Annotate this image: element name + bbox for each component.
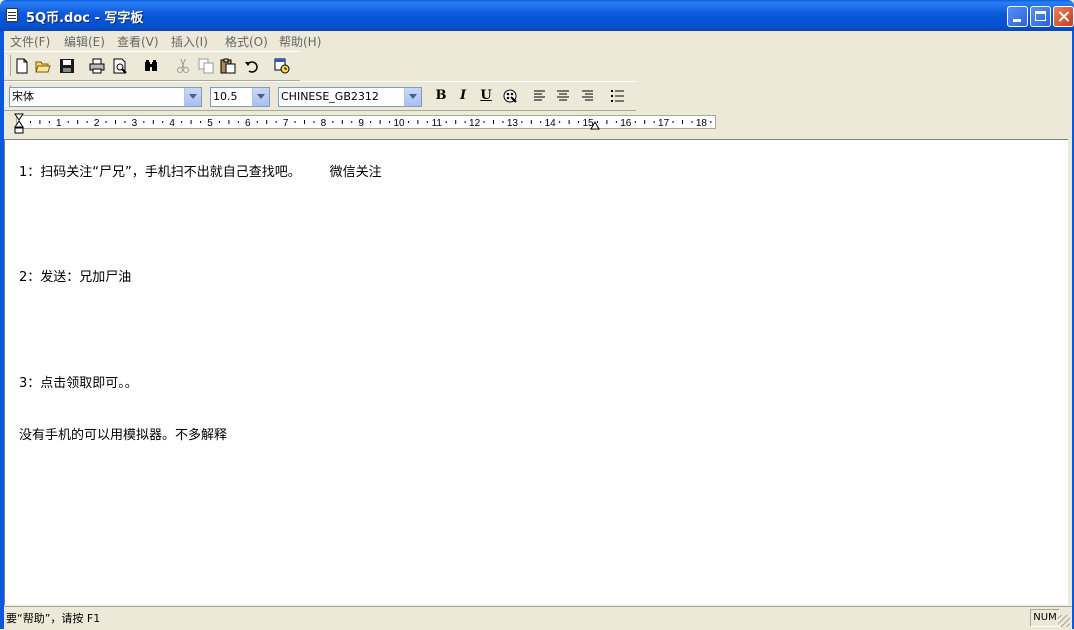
color-icon[interactable] [501,88,519,104]
bold-button[interactable]: B [432,88,450,104]
ruler-label: 8 [321,118,327,128]
ruler-label: 5 [207,118,213,128]
open-icon[interactable] [35,58,51,74]
font-name-combo[interactable]: 宋体 [9,87,202,107]
chevron-down-icon[interactable] [184,88,201,106]
ruler-label: 2 [94,118,100,128]
align-left-icon[interactable] [531,88,549,104]
num-lock-indicator: NUM [1030,609,1060,627]
bullets-icon[interactable] [608,88,626,104]
script-combo[interactable]: CHINESE_GB2312 [278,87,422,107]
cut-icon[interactable] [175,58,191,74]
ruler-label: 9 [358,118,364,128]
paste-icon[interactable] [220,58,236,74]
maximize-button[interactable] [1030,6,1051,27]
doc-line-2[interactable]: 2：发送：兄加尸油 [19,266,131,285]
format-toolbar: 宋体 10.5 CHINESE_GB2312 B I U [4,81,636,111]
align-center-icon[interactable] [554,88,572,104]
right-indent-marker-icon[interactable] [590,121,602,131]
wordpad-doc-icon[interactable] [6,8,18,22]
ruler-label: 18 [696,118,708,128]
menu-view[interactable]: 查看(V) [117,33,159,50]
ruler-label: 12 [469,118,481,128]
datetime-icon[interactable] [274,58,290,74]
ruler-area: 1 2 3 4 5 6 7 8 9 10 11 12 13 14 15 16 17 18 [4,111,1072,138]
ruler-label: 14 [545,118,557,128]
doc-line-4[interactable]: 没有手机的可以用模拟器。不多解释 [19,424,227,443]
script-value: CHINESE_GB2312 [281,90,379,103]
menu-bar: 文件(F) 编辑(E) 查看(V) 插入(I) 格式(O) 帮助(H) [4,31,1072,50]
find-icon[interactable] [143,58,159,74]
ruler-label: 17 [658,118,670,128]
minimize-button[interactable] [1007,6,1028,27]
title-bar: 5Q币.doc - 写字板 [0,0,1074,31]
font-name-value: 宋体 [12,90,34,103]
italic-button[interactable]: I [454,88,472,104]
resize-grip-icon[interactable] [1058,615,1070,627]
menu-edit[interactable]: 编辑(E) [64,33,105,50]
undo-icon[interactable] [244,58,260,74]
font-size-combo[interactable]: 10.5 [210,87,270,107]
toolbar-grip[interactable] [6,55,11,76]
doc-line-1[interactable]: 1：扫码关注“尸兄”，手机扫不出就自己查找吧。 微信关注 [19,161,382,180]
font-size-value: 10.5 [213,90,238,103]
menu-insert[interactable]: 插入(I) [171,33,208,50]
new-icon[interactable] [14,58,30,74]
ruler[interactable]: 1 2 3 4 5 6 7 8 9 10 11 12 13 14 15 16 17 18 [16,115,716,129]
close-button[interactable] [1053,6,1074,27]
scrollbar-edge [1068,139,1072,605]
ruler-label: 3 [132,118,138,128]
document-area[interactable]: 1：扫码关注“尸兄”，手机扫不出就自己查找吧。 微信关注 2：发送：兄加尸油 3… [4,139,1068,605]
chevron-down-icon[interactable] [252,88,269,106]
copy-icon[interactable] [198,58,214,74]
window-title: 5Q币.doc - 写字板 [26,11,144,26]
menu-format[interactable]: 格式(O) [225,33,268,50]
align-right-icon[interactable] [578,88,596,104]
chevron-down-icon[interactable] [404,88,421,106]
status-bar: 要“帮助”，请按 F1 NUM [4,606,1072,630]
ruler-label: 6 [245,118,251,128]
ruler-label: 13 [507,118,519,128]
ruler-label: 4 [169,118,175,128]
indent-marker-icon[interactable] [14,113,26,135]
ruler-label: 7 [283,118,289,128]
standard-toolbar [4,51,300,81]
menu-file[interactable]: 文件(F) [10,33,50,50]
save-icon[interactable] [59,58,75,74]
ruler-label: 10 [393,118,405,128]
print-preview-icon[interactable] [112,58,128,74]
ruler-label: 1 [56,118,62,128]
underline-button[interactable]: U [477,88,495,104]
print-icon[interactable] [89,58,105,74]
ruler-label: 16 [620,118,632,128]
ruler-label: 11 [432,118,443,128]
menu-help[interactable]: 帮助(H) [279,33,321,50]
doc-line-3[interactable]: 3：点击领取即可。。 [19,372,138,391]
status-text: 要“帮助”，请按 F1 [6,612,101,625]
